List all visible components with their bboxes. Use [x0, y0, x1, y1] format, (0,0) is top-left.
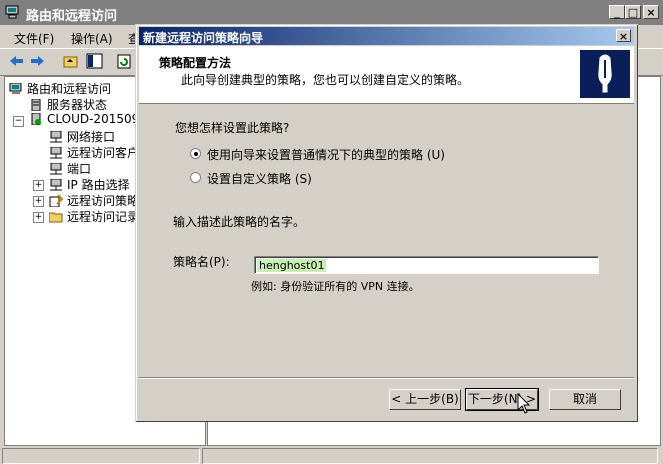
collapse-icon[interactable]: −	[13, 116, 24, 127]
tree-node-root[interactable]: 路由和远程访问	[9, 80, 111, 96]
menu-action[interactable]: 操作(A)	[71, 30, 113, 47]
main-title-bar: 路由和远程访问 _ □ ×	[0, 0, 663, 25]
key-icon	[598, 54, 612, 93]
close-button[interactable]: ×	[643, 5, 659, 19]
tree-label: 端口	[67, 162, 92, 176]
server-icon	[31, 99, 41, 111]
policy-name-label: 策略名(P):	[173, 255, 230, 269]
tree-label: 服务器状态	[47, 98, 108, 112]
typical-policy-radio[interactable]	[190, 148, 201, 159]
status-bar	[0, 446, 663, 464]
expand-icon[interactable]: +	[33, 180, 44, 191]
tree-label: 远程访问策略	[67, 194, 140, 208]
tree-node-logging[interactable]: 远程访问记录	[49, 208, 139, 224]
policy-icon	[49, 195, 63, 207]
dialog-close-button[interactable]: ×	[616, 29, 631, 43]
network-icon	[50, 147, 62, 159]
status-panel	[2, 448, 200, 464]
dialog-title-bar: 新建远程访问策略向导 ×	[139, 27, 634, 45]
tree-node-policies[interactable]: 远程访问策略	[49, 192, 139, 208]
dialog-title: 新建远程访问策略向导	[143, 31, 264, 45]
tree-node-clients[interactable]: 远程访问客户	[49, 144, 139, 160]
typical-policy-label[interactable]: 使用向导来设置普通情况下的典型的策略 (U)	[207, 146, 445, 163]
show-tree-icon[interactable]	[86, 53, 104, 70]
expand-icon[interactable]: +	[33, 196, 44, 207]
wizard-dialog: 新建远程访问策略向导 × 策略配置方法 此向导创建典型的策略，您也可以创建自定义…	[135, 24, 638, 422]
dialog-header: 策略配置方法 此向导创建典型的策略，您也可以创建自定义的策略。	[139, 46, 634, 104]
back-button[interactable]: < 上一步(B)	[389, 389, 461, 410]
custom-policy-label[interactable]: 设置自定义策略 (S)	[207, 170, 312, 187]
tree-label: 网络接口	[67, 130, 116, 144]
refresh-icon[interactable]	[116, 53, 134, 70]
tree-node-ip-routing[interactable]: IP 路由选择	[49, 176, 130, 192]
describe-label: 输入描述此策略的名字。	[173, 215, 306, 229]
mouse-cursor-icon	[517, 393, 531, 414]
network-icon	[50, 163, 62, 175]
tree-label: 远程访问记录	[67, 210, 140, 224]
expand-icon[interactable]: +	[33, 212, 44, 223]
question-label: 您想怎样设置此策略?	[175, 121, 290, 135]
network-icon	[50, 179, 62, 191]
header-subtitle: 此向导创建典型的策略，您也可以创建自定义的策略。	[181, 73, 470, 87]
status-panel	[202, 448, 658, 464]
separator	[139, 377, 634, 379]
up-folder-icon[interactable]	[62, 53, 80, 70]
forward-arrow-icon[interactable]	[28, 53, 46, 70]
tree-node-server-status[interactable]: 服务器状态	[29, 96, 107, 112]
maximize-button[interactable]: □	[625, 5, 641, 19]
menu-file[interactable]: 文件(F)	[14, 30, 54, 47]
policy-name-input[interactable]: henghost01	[254, 256, 599, 274]
example-text: 例如: 身份验证所有的 VPN 连接。	[251, 280, 420, 293]
server-green-icon	[31, 113, 41, 125]
custom-policy-radio[interactable]	[190, 172, 201, 183]
back-arrow-icon[interactable]	[8, 53, 26, 70]
header-title: 策略配置方法	[159, 56, 232, 70]
tree-label: 远程访问客户	[67, 146, 140, 160]
cancel-button[interactable]: 取消	[549, 389, 621, 410]
minimize-button[interactable]: _	[609, 5, 625, 19]
folder-icon	[49, 212, 63, 223]
tree-label: 路由和远程访问	[27, 82, 112, 96]
tree-node-ports[interactable]: 端口	[49, 160, 91, 176]
tree-label: IP 路由选择	[67, 178, 130, 192]
wizard-logo	[580, 50, 630, 98]
computer-icon	[5, 5, 19, 19]
network-icon	[50, 131, 62, 143]
policy-name-value: henghost01	[257, 259, 327, 272]
main-title: 路由和远程访问	[26, 9, 118, 24]
computer-icon	[9, 83, 22, 94]
tree-node-interfaces[interactable]: 网络接口	[49, 128, 115, 144]
